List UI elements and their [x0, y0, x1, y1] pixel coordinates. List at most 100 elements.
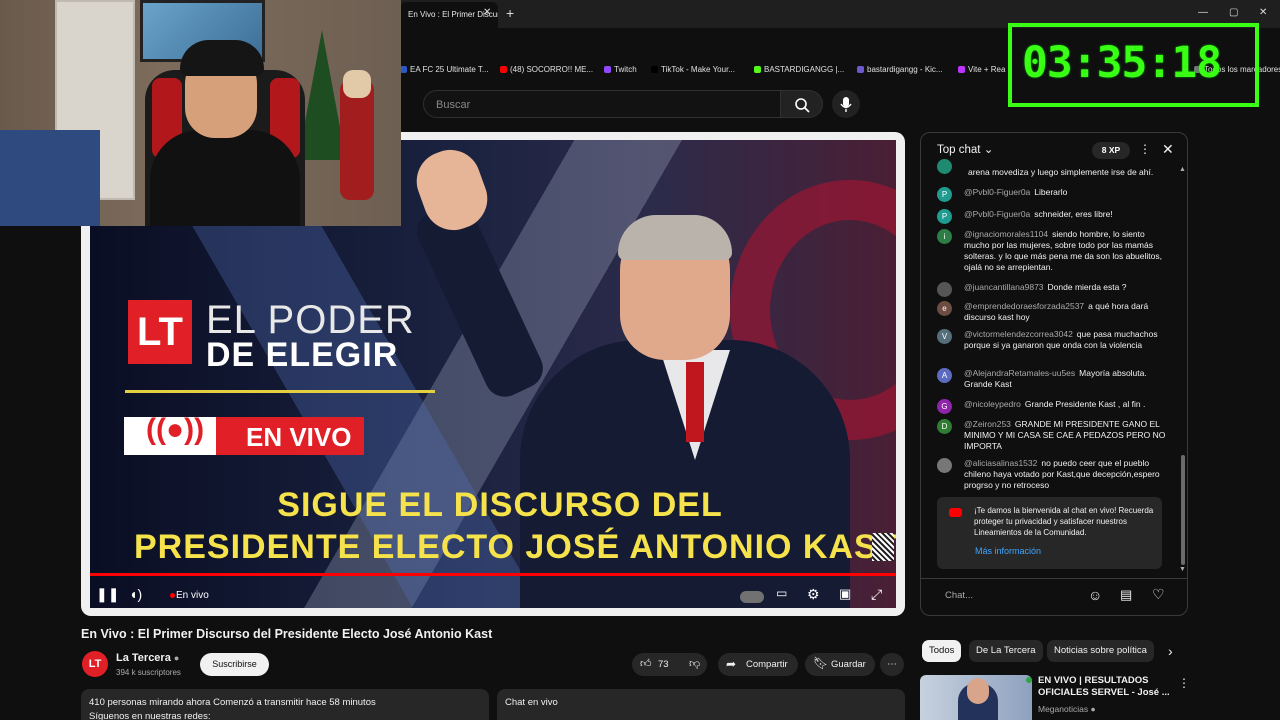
chat-username[interactable]: @victormelendezcorrea3042: [964, 329, 1073, 339]
subscribe-button[interactable]: Suscribirse: [200, 653, 269, 676]
chat-avatar[interactable]: A: [937, 368, 952, 383]
broadcast-icon: ((●)): [146, 413, 205, 446]
recommendation-more-icon[interactable]: ⋮: [1178, 676, 1190, 690]
chat-avatar[interactable]: [937, 282, 952, 297]
qr-code: [872, 533, 894, 561]
chat-replay-box[interactable]: Chat en vivo: [497, 689, 905, 720]
filter-chip[interactable]: De La Tercera: [969, 640, 1043, 662]
maximize-icon[interactable]: ▢: [1229, 7, 1238, 18]
scroll-up-icon[interactable]: ▲: [1179, 166, 1186, 173]
chat-message[interactable]: e @emprendedoraesforzada2537 a qué hora da…: [937, 301, 1167, 323]
chat-avatar[interactable]: P: [937, 187, 952, 202]
bookmark-item[interactable]: EA FC 25 Ultimate T...: [400, 65, 489, 74]
bookmark-item[interactable]: Vite + Rea: [958, 65, 1005, 74]
channel-avatar[interactable]: LT: [82, 651, 108, 677]
new-tab-icon[interactable]: +: [506, 5, 514, 21]
verified-icon: ●: [173, 653, 180, 663]
autoplay-toggle[interactable]: [740, 591, 764, 603]
bookmark-item[interactable]: bastardigangg - Kic...: [857, 65, 943, 74]
chat-username[interactable]: @AlejandraRetamales-uu5es: [964, 368, 1075, 378]
subscriber-count: 394 k suscriptores: [116, 668, 181, 677]
window-close-icon[interactable]: ✕: [1259, 7, 1267, 18]
chat-avatar[interactable]: [937, 458, 952, 473]
video-progress-bar[interactable]: [90, 573, 896, 576]
chat-username[interactable]: @Zeiron253: [964, 419, 1011, 429]
live-indicator-text[interactable]: En vivo: [176, 590, 209, 601]
settings-gear-icon[interactable]: ⚙: [807, 586, 820, 603]
chat-more-icon[interactable]: ⋮: [1139, 142, 1151, 156]
chat-username[interactable]: @nicoleypedro: [964, 399, 1021, 409]
chat-input[interactable]: Chat...: [945, 590, 973, 601]
bookmark-label: Twitch: [614, 65, 637, 74]
tab-close-icon[interactable]: ✕: [483, 7, 491, 18]
bookmark-item[interactable]: BASTARDIGANGG |...: [754, 65, 844, 74]
bookmark-item[interactable]: TikTok - Make Your...: [651, 65, 735, 74]
search-button[interactable]: [781, 90, 823, 118]
live-banner-text: EN VIVO: [246, 422, 352, 452]
subtitles-icon[interactable]: ▭: [776, 586, 787, 600]
chat-avatar[interactable]: i: [937, 229, 952, 244]
bookmark-item[interactable]: Twitch: [604, 65, 637, 74]
chat-username[interactable]: @ignaciomorales1104: [964, 229, 1048, 239]
minimize-icon[interactable]: —: [1198, 7, 1208, 18]
bookmark-item[interactable]: (48) SOCORRO!! ME...: [500, 65, 593, 74]
chat-scrollbar[interactable]: [1181, 455, 1185, 565]
chat-avatar[interactable]: P: [937, 209, 952, 224]
chat-message[interactable]: i @ignaciomorales1104 siendo hombre, lo si…: [937, 229, 1167, 273]
chat-avatar[interactable]: [937, 159, 952, 174]
chat-message[interactable]: P @Pvbl0-Figuer0a Liberarlo: [937, 187, 1167, 202]
recommendation-channel[interactable]: Meganoticias ●: [1038, 704, 1096, 714]
chat-message[interactable]: D @Zeiron253 GRANDE MI PRESIDENTE GANO EL …: [937, 419, 1167, 452]
chat-avatar[interactable]: G: [937, 399, 952, 414]
recommendation-title[interactable]: EN VIVO | RESULTADOS OFICIALES SERVEL - …: [1038, 675, 1178, 699]
fullscreen-icon[interactable]: ⤢: [871, 586, 882, 603]
chat-message[interactable]: P @Pvbl0-Figuer0a schneider, eres libre!: [937, 209, 1167, 224]
like-icon[interactable]: 👍︎: [640, 657, 652, 670]
chat-message[interactable]: @juancantillana9873 Donde mierda esta ?: [937, 282, 1167, 297]
close-icon[interactable]: ✕: [1162, 141, 1174, 158]
chat-username[interactable]: @juancantillana9873: [964, 282, 1044, 292]
description-box[interactable]: 410 personas mirando ahora Comenzó a tra…: [81, 689, 489, 720]
chat-message-body: @ignaciomorales1104 siendo hombre, lo sie…: [964, 229, 1167, 273]
chat-mode-dropdown[interactable]: Top chat ⌄: [937, 142, 993, 156]
bookmark-label: EA FC 25 Ultimate T...: [410, 65, 489, 74]
bookmark-favicon-icon: [400, 66, 407, 73]
filter-chip[interactable]: Noticias sobre política: [1047, 640, 1154, 662]
channel-name[interactable]: La Tercera ●: [116, 652, 179, 664]
streamer-hair: [180, 40, 264, 76]
chat-username[interactable]: @Pvbl0-Figuer0a: [964, 209, 1030, 219]
chat-message-body: @Pvbl0-Figuer0a Liberarlo: [964, 187, 1167, 198]
chat-message[interactable]: @aliciasalinas1532 no puedo ceer que el p…: [937, 458, 1167, 491]
pause-icon[interactable]: ❚❚: [96, 586, 119, 603]
channel-name-text[interactable]: La Tercera: [116, 652, 171, 664]
more-info-link[interactable]: Más información: [975, 546, 1041, 556]
recommendation-thumbnail[interactable]: [920, 675, 1032, 720]
chevron-right-icon[interactable]: ›: [1168, 643, 1173, 659]
chat-text: Liberarlo: [1034, 187, 1068, 197]
heart-icon[interactable]: ♡: [1152, 586, 1165, 603]
theater-mode-icon[interactable]: ▣: [839, 586, 851, 602]
live-dot: [1026, 677, 1032, 683]
chat-avatar[interactable]: D: [937, 419, 952, 434]
chat-message[interactable]: A @AlejandraRetamales-uu5es Mayoría absolu…: [937, 368, 1167, 390]
chat-message[interactable]: arena movediza y luego simplemente irse …: [937, 159, 1167, 178]
dislike-icon[interactable]: 👎︎: [689, 657, 700, 670]
search-input[interactable]: Buscar: [423, 90, 781, 118]
chat-username[interactable]: @Pvbl0-Figuer0a: [964, 187, 1030, 197]
emoji-icon[interactable]: ☺: [1088, 587, 1102, 603]
filter-chip[interactable]: Todos: [922, 640, 962, 662]
more-actions-icon[interactable]: ⋯: [880, 653, 904, 676]
search-icon: [795, 98, 810, 113]
chat-message[interactable]: G @nicoleypedro Grande Presidente Kast , a…: [937, 399, 1167, 414]
chat-message[interactable]: V @victormelendezcorrea3042 que pasa mucha…: [937, 329, 1167, 351]
xp-badge[interactable]: 8 XP: [1092, 142, 1130, 159]
voice-search-button[interactable]: [832, 90, 860, 118]
chat-username[interactable]: @emprendedoraesforzada2537: [964, 301, 1084, 311]
chat-avatar[interactable]: V: [937, 329, 952, 344]
chat-username[interactable]: @aliciasalinas1532: [964, 458, 1037, 468]
super-chat-icon[interactable]: ▤: [1120, 587, 1132, 603]
volume-icon[interactable]: ◖): [129, 586, 142, 602]
chat-welcome-notice: ¡Te damos la bienvenida al chat en vivo!…: [937, 497, 1162, 569]
chat-avatar[interactable]: e: [937, 301, 952, 316]
scroll-down-icon[interactable]: ▼: [1179, 566, 1186, 573]
